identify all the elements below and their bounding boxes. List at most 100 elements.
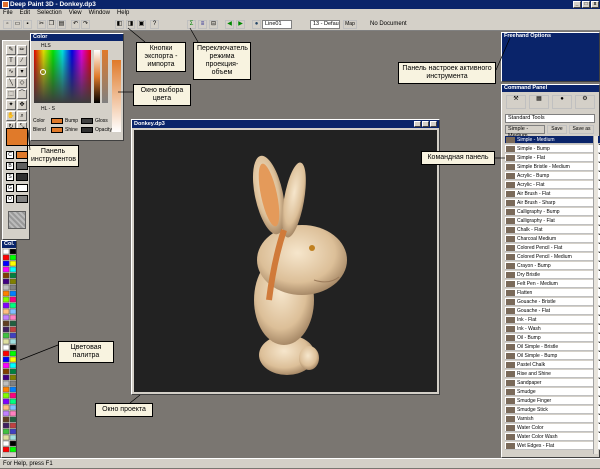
hand-icon[interactable]: ✋: [6, 111, 16, 121]
palette-swatch[interactable]: [9, 308, 17, 315]
palette-swatch[interactable]: [3, 278, 10, 285]
palette-swatch[interactable]: [3, 344, 10, 351]
list-item[interactable]: Oil Simple - Bump: [505, 352, 600, 360]
list-item[interactable]: Water Color: [505, 424, 600, 432]
palette-swatch[interactable]: [3, 374, 10, 381]
new-file-icon[interactable]: ▫: [3, 20, 12, 29]
palette-swatch[interactable]: [9, 392, 17, 399]
palette-swatch[interactable]: [9, 260, 17, 267]
palette-swatch[interactable]: [3, 410, 10, 417]
palette-swatch[interactable]: [3, 422, 10, 429]
zoom-icon[interactable]: ⌕: [17, 111, 27, 121]
split-mode-icon[interactable]: ⊟: [209, 20, 218, 29]
settings-tab-icon[interactable]: ⚙: [575, 95, 595, 109]
menu-edit[interactable]: Edit: [20, 9, 30, 18]
smudge-icon[interactable]: ∿: [6, 67, 16, 77]
save-file-icon[interactable]: ▪: [23, 20, 32, 29]
opacity-channel-o[interactable]: O: [6, 195, 14, 203]
palette-swatch[interactable]: [3, 356, 10, 363]
list-item[interactable]: Calligraphy - Flat: [505, 217, 600, 225]
list-item[interactable]: Simple - Bump: [505, 145, 600, 153]
palette-swatch[interactable]: [9, 380, 17, 387]
export-file-icon[interactable]: ▣: [137, 20, 146, 29]
bump-value-swatch[interactable]: [81, 118, 93, 124]
palette-swatch[interactable]: [9, 356, 17, 363]
list-item[interactable]: Charcoal Medium: [505, 235, 600, 243]
palette-swatch[interactable]: [3, 446, 10, 453]
menu-window[interactable]: Window: [89, 9, 110, 18]
list-item[interactable]: Dry Bristle: [505, 271, 600, 279]
list-item[interactable]: Colored Pencil - Medium: [505, 253, 600, 261]
select-rect-icon[interactable]: ⬚: [6, 89, 16, 99]
palette-swatch[interactable]: [9, 338, 17, 345]
list-item[interactable]: Chalk - Flat: [505, 226, 600, 234]
fill-icon[interactable]: ▾: [17, 67, 27, 77]
layers-tab-icon[interactable]: ▦: [529, 95, 549, 109]
list-item[interactable]: Water Color Wash: [505, 433, 600, 441]
palette-swatch[interactable]: [9, 434, 17, 441]
bump-channel-b[interactable]: B: [6, 162, 14, 170]
minimize-button[interactable]: _: [573, 1, 581, 8]
list-item[interactable]: Simple - Medium: [505, 136, 600, 144]
palette-swatch[interactable]: [9, 398, 17, 405]
palette-swatch[interactable]: [3, 260, 10, 267]
list-item[interactable]: Air Brush - Flat: [505, 190, 600, 198]
palette-swatch[interactable]: [9, 249, 17, 255]
palette-swatch[interactable]: [9, 422, 17, 429]
text-icon[interactable]: T: [6, 56, 16, 66]
size-select[interactable]: 13 - Defau: [310, 20, 340, 29]
palette-swatch[interactable]: [3, 440, 10, 447]
list-item[interactable]: Varnish: [505, 415, 600, 423]
help-icon[interactable]: ?: [150, 20, 159, 29]
palette-swatch[interactable]: [3, 296, 10, 303]
palette-swatch[interactable]: [9, 344, 17, 351]
palette-swatch[interactable]: [9, 368, 17, 375]
menu-help[interactable]: Help: [117, 9, 129, 18]
list-item[interactable]: Oil - Bump: [505, 334, 600, 342]
list-item[interactable]: Smudge: [505, 388, 600, 396]
palette-swatch[interactable]: [3, 332, 10, 339]
saturation-slider[interactable]: [102, 50, 108, 103]
blend-value-swatch[interactable]: [51, 127, 63, 133]
list-item[interactable]: Wet Edges - Flat: [505, 442, 600, 450]
list-item[interactable]: Smudge Stick: [505, 406, 600, 414]
color-palette-grid[interactable]: [3, 249, 17, 457]
toolset-select[interactable]: Standard Tools: [505, 114, 595, 123]
palette-swatch[interactable]: [9, 284, 17, 291]
list-item[interactable]: Sandpaper: [505, 379, 600, 387]
palette-swatch[interactable]: [9, 404, 17, 411]
palette-swatch[interactable]: [9, 290, 17, 297]
project-minimize-button[interactable]: [414, 121, 421, 127]
list-item[interactable]: Ink - Flat: [505, 316, 600, 324]
menu-file[interactable]: File: [3, 9, 13, 18]
preset-list-scrollbar[interactable]: [593, 136, 598, 454]
palette-swatch[interactable]: [3, 266, 10, 273]
materials-tab-icon[interactable]: ●: [552, 95, 572, 109]
palette-swatch[interactable]: [3, 434, 10, 441]
list-item[interactable]: Colored Pencil - Flat: [505, 244, 600, 252]
palette-swatch[interactable]: [9, 314, 17, 321]
shine-channel-s[interactable]: S: [6, 173, 14, 181]
color-cursor[interactable]: [40, 69, 46, 75]
list-item[interactable]: Air Brush - Sharp: [505, 199, 600, 207]
palette-swatch[interactable]: [9, 446, 17, 453]
layer-select[interactable]: Line01: [262, 20, 292, 29]
list-item[interactable]: Pastel Chalk: [505, 361, 600, 369]
palette-swatch[interactable]: [9, 410, 17, 417]
list-item[interactable]: Oil Simple - Bristle: [505, 343, 600, 351]
primary-color-swatch[interactable]: [6, 128, 28, 146]
palette-swatch[interactable]: [3, 249, 10, 255]
close-button[interactable]: x: [591, 1, 599, 8]
color-channel-c[interactable]: C: [6, 151, 14, 159]
lasso-icon[interactable]: ⌒: [17, 89, 27, 99]
palette-swatch[interactable]: [9, 254, 17, 261]
object-mode-icon[interactable]: ≡: [198, 20, 207, 29]
palette-swatch[interactable]: [3, 416, 10, 423]
palette-swatch[interactable]: [9, 266, 17, 273]
texture-preview[interactable]: [8, 211, 26, 229]
palette-swatch[interactable]: [3, 404, 10, 411]
list-item[interactable]: Crayon - Bump: [505, 262, 600, 270]
palette-swatch[interactable]: [3, 290, 10, 297]
lightness-slider[interactable]: [94, 50, 100, 103]
palette-swatch[interactable]: [3, 320, 10, 327]
